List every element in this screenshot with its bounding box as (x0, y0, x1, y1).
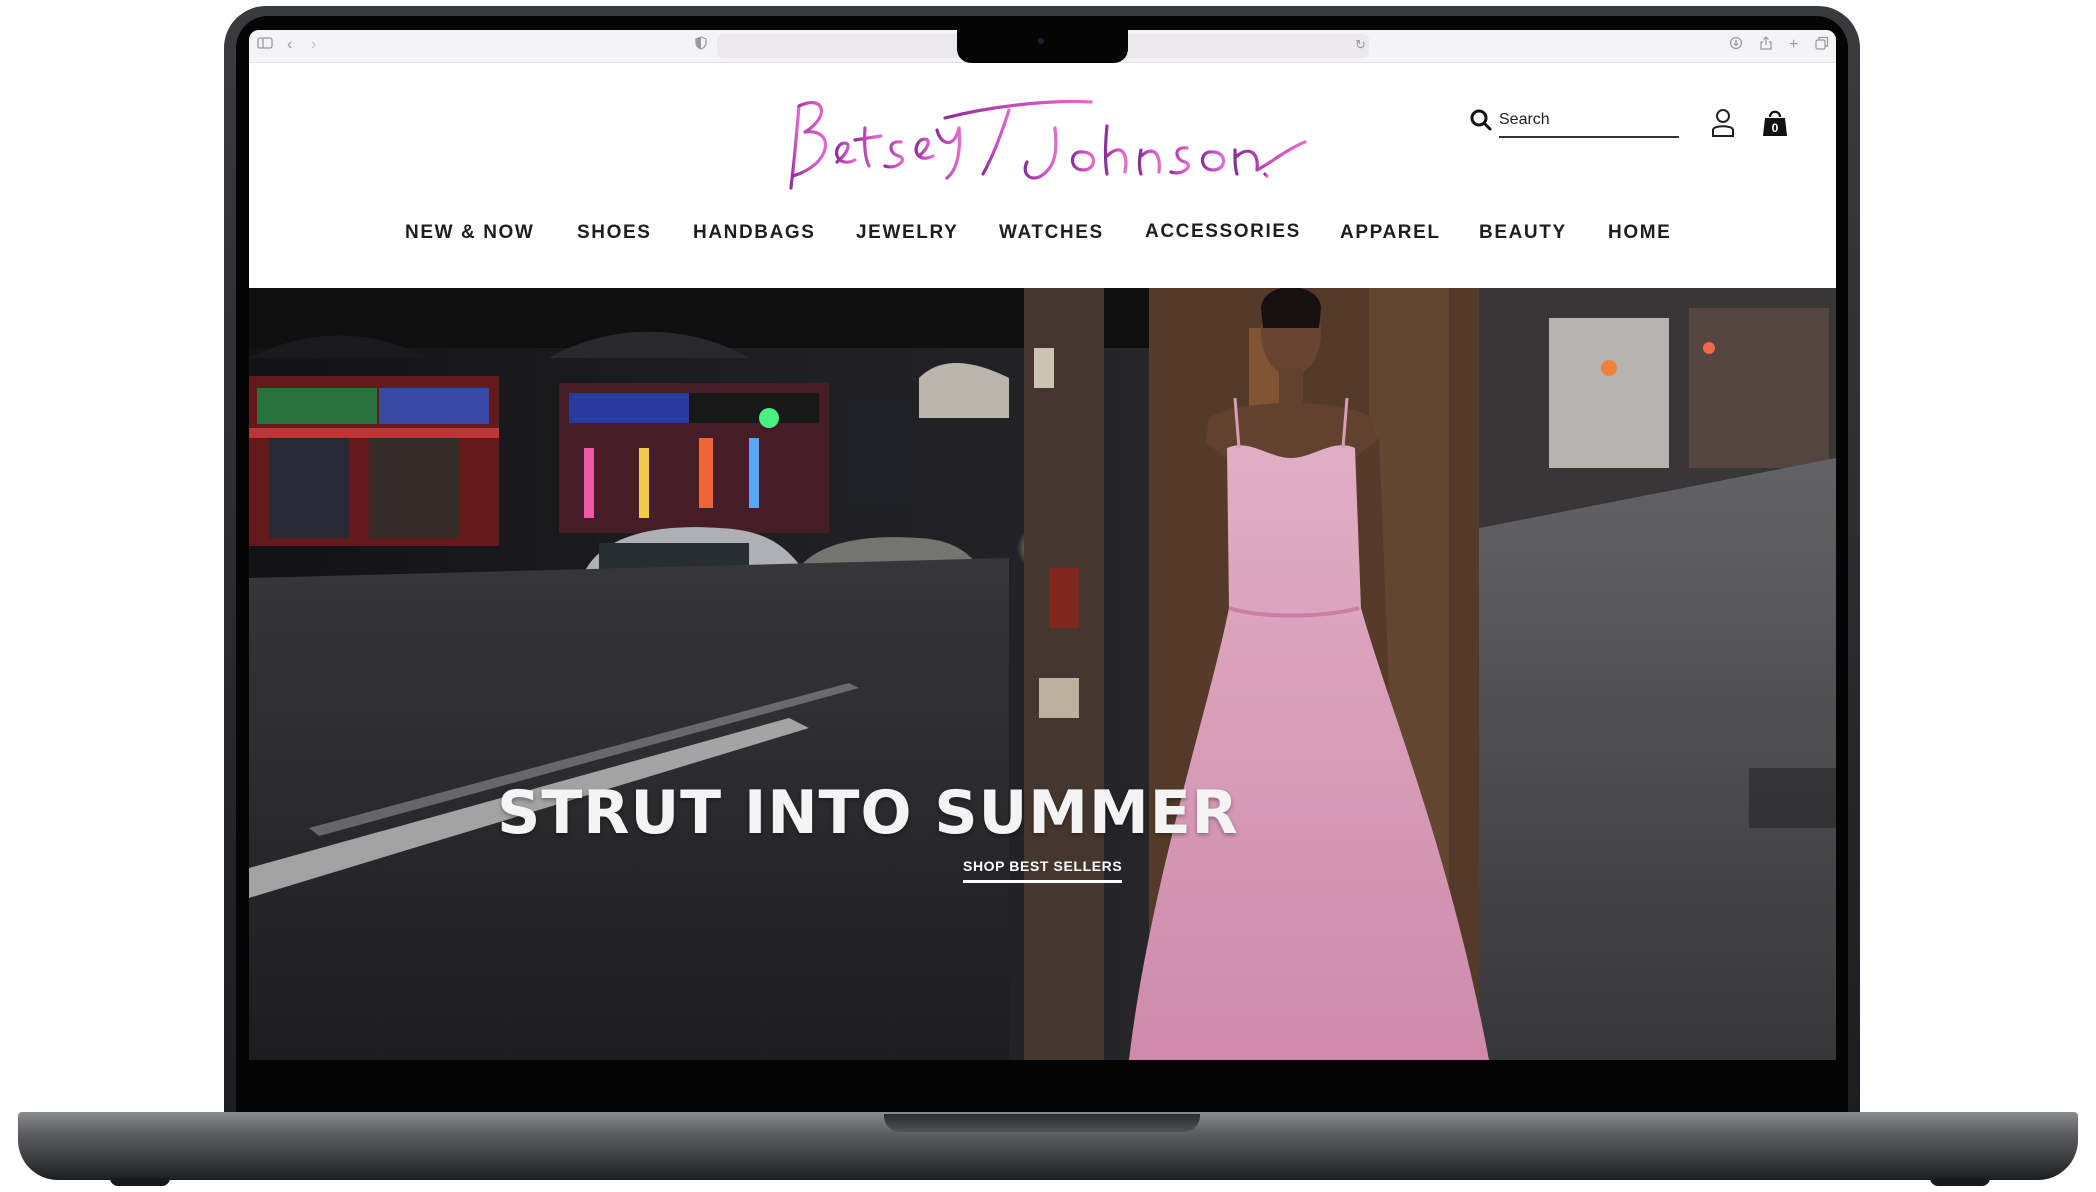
main-navigation: NEW & NOW SHOES HANDBAGS JEWELRY WATCHES… (249, 221, 1836, 264)
nav-item-beauty[interactable]: BEAUTY (1479, 222, 1567, 244)
forward-icon[interactable]: › (311, 36, 316, 54)
hero-photo (249, 288, 1836, 1060)
nav-item-accessories[interactable]: ACCESSORIES (1145, 221, 1301, 243)
back-icon[interactable]: ‹ (287, 36, 292, 54)
sidebar-icon[interactable] (257, 36, 273, 55)
shield-icon (695, 36, 707, 55)
camera-notch (957, 30, 1128, 63)
hero-banner[interactable]: STRUT INTO SUMMER SHOP BEST SELLERS (249, 288, 1836, 1060)
laptop-mockup: ‹ › ↻ + Search 0 NEW & NOW SHOES HANDBAG… (0, 0, 2096, 1192)
shopping-bag-icon[interactable]: 0 (1762, 108, 1788, 138)
nav-item-handbags[interactable]: HANDBAGS (693, 222, 816, 244)
share-icon[interactable] (1759, 36, 1773, 56)
nav-item-jewelry[interactable]: JEWELRY (856, 222, 958, 244)
laptop-foot (1930, 1178, 1990, 1186)
nav-item-home[interactable]: HOME (1608, 222, 1671, 244)
camera-icon (1038, 38, 1044, 44)
search-input[interactable] (1499, 104, 1679, 138)
hero-headline: STRUT INTO SUMMER (497, 778, 1239, 848)
cart-count: 0 (1771, 121, 1779, 135)
nav-item-watches[interactable]: WATCHES (999, 222, 1104, 244)
reload-icon[interactable]: ↻ (1355, 36, 1366, 54)
nav-item-shoes[interactable]: SHOES (577, 222, 652, 244)
shop-best-sellers-link[interactable]: SHOP BEST SELLERS (963, 858, 1123, 883)
laptop-hinge-notch (884, 1114, 1200, 1132)
browser-screen: ‹ › ↻ + Search 0 NEW & NOW SHOES HANDBAG… (249, 30, 1836, 1060)
nav-item-apparel[interactable]: APPAREL (1340, 222, 1441, 244)
download-icon[interactable] (1729, 36, 1743, 55)
screen-chin (249, 1060, 1836, 1118)
search-icon[interactable] (1469, 108, 1493, 132)
search-box[interactable] (1469, 104, 1679, 142)
account-icon[interactable] (1711, 108, 1735, 138)
laptop-foot (110, 1178, 170, 1186)
nav-item-new-now[interactable]: NEW & NOW (405, 222, 534, 244)
tabs-icon[interactable] (1815, 36, 1829, 55)
new-tab-icon[interactable]: + (1789, 36, 1798, 54)
brand-logo[interactable] (769, 70, 1309, 194)
